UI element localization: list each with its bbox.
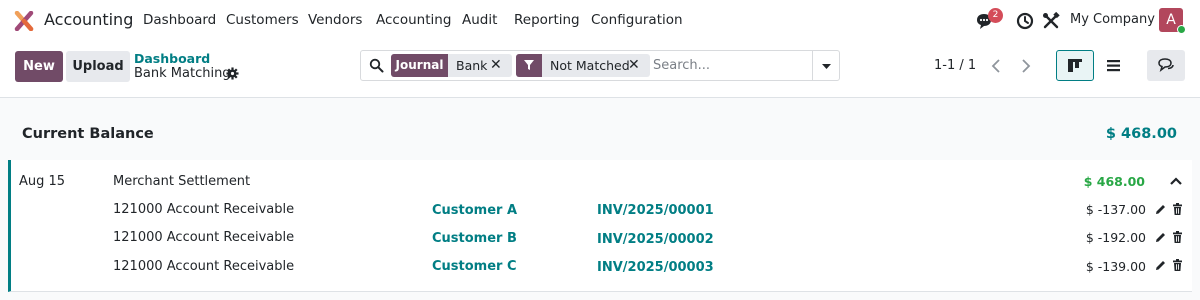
current-balance-label: Current Balance — [22, 126, 154, 142]
facet-journal-key: Journal — [391, 54, 448, 77]
pager-next-button[interactable] — [1011, 51, 1040, 81]
line-partner-link[interactable]: Customer A — [432, 203, 517, 218]
caret-down-icon — [822, 64, 831, 69]
pencil-icon[interactable] — [1154, 203, 1167, 216]
pager-value[interactable]: 1-1 / 1 — [934, 58, 976, 73]
search-icon[interactable] — [369, 58, 384, 73]
new-button[interactable]: New — [15, 51, 63, 82]
statement-date: Aug 15 — [19, 174, 66, 189]
kanban-icon — [1068, 59, 1082, 72]
search-options-toggle[interactable] — [812, 51, 839, 80]
current-balance-amount: $ 468.00 — [1105, 126, 1177, 142]
company-switcher[interactable]: My Company — [1070, 12, 1155, 27]
trash-icon[interactable] — [1172, 203, 1183, 215]
facet-not-matched-remove-icon[interactable]: ✕ — [628, 54, 640, 77]
menu-vendors[interactable]: Vendors — [308, 12, 362, 28]
menu-configuration[interactable]: Configuration — [591, 12, 683, 28]
pager-previous-button[interactable] — [982, 51, 1011, 81]
statement-label: Merchant Settlement — [113, 174, 251, 189]
trash-icon[interactable] — [1172, 231, 1183, 243]
line-reference-link[interactable]: INV/2025/00003 — [597, 260, 714, 275]
line-amount: $ -137.00 — [1085, 202, 1146, 217]
gear-icon[interactable] — [226, 67, 239, 80]
list-icon — [1107, 60, 1120, 72]
accounting-app-icon[interactable] — [14, 11, 34, 31]
line-account: 121000 Account Receivable — [113, 259, 295, 274]
breadcrumb-current: Bank Matching — [134, 66, 231, 81]
menu-accounting[interactable]: Accounting — [376, 12, 451, 28]
statement-amount: $ 468.00 — [1083, 174, 1145, 189]
chevron-right-icon — [1022, 59, 1031, 73]
comments-icon — [1158, 58, 1174, 72]
app-name[interactable]: Accounting — [44, 10, 133, 29]
chevron-up-icon[interactable] — [1169, 175, 1183, 187]
messages-badge: 2 — [988, 8, 1003, 23]
line-account: 121000 Account Receivable — [113, 202, 295, 217]
search-facet-journal: Journal Bank ✕ — [391, 54, 512, 77]
pencil-icon[interactable] — [1154, 259, 1167, 272]
line-amount: $ -192.00 — [1085, 230, 1146, 245]
facet-journal-remove-icon[interactable]: ✕ — [490, 54, 502, 77]
breadcrumb-dashboard-link[interactable]: Dashboard — [134, 51, 210, 66]
filter-icon — [516, 54, 542, 77]
pencil-icon[interactable] — [1154, 231, 1167, 244]
facet-journal-value: Bank — [456, 58, 488, 73]
line-account: 121000 Account Receivable — [113, 230, 295, 245]
facet-not-matched-value: Not Matched — [550, 58, 630, 73]
menu-customers[interactable]: Customers — [226, 12, 299, 28]
menu-reporting[interactable]: Reporting — [514, 12, 580, 28]
menu-dashboard[interactable]: Dashboard — [143, 12, 216, 28]
trash-icon[interactable] — [1172, 259, 1183, 271]
activity-clock-icon[interactable] — [1015, 11, 1035, 31]
search-input[interactable] — [653, 55, 808, 76]
chevron-left-icon — [991, 59, 1000, 73]
search-facet-not-matched: Not Matched ✕ — [516, 54, 650, 77]
line-reference-link[interactable]: INV/2025/00001 — [597, 203, 714, 218]
line-reference-link[interactable]: INV/2025/00002 — [597, 232, 714, 247]
list-view-button[interactable] — [1094, 50, 1132, 81]
debug-tools-icon[interactable] — [1041, 11, 1061, 31]
line-amount: $ -139.00 — [1085, 259, 1146, 274]
top-navbar: Accounting Dashboard Customers Vendors A… — [0, 0, 1200, 41]
menu-audit[interactable]: Audit — [462, 12, 497, 28]
line-partner-link[interactable]: Customer C — [432, 259, 517, 274]
presence-status-dot — [1177, 25, 1186, 34]
upload-button[interactable]: Upload — [66, 51, 130, 82]
kanban-view-button[interactable] — [1056, 50, 1094, 81]
chatter-toggle-button[interactable] — [1147, 50, 1185, 81]
line-partner-link[interactable]: Customer B — [432, 231, 517, 246]
